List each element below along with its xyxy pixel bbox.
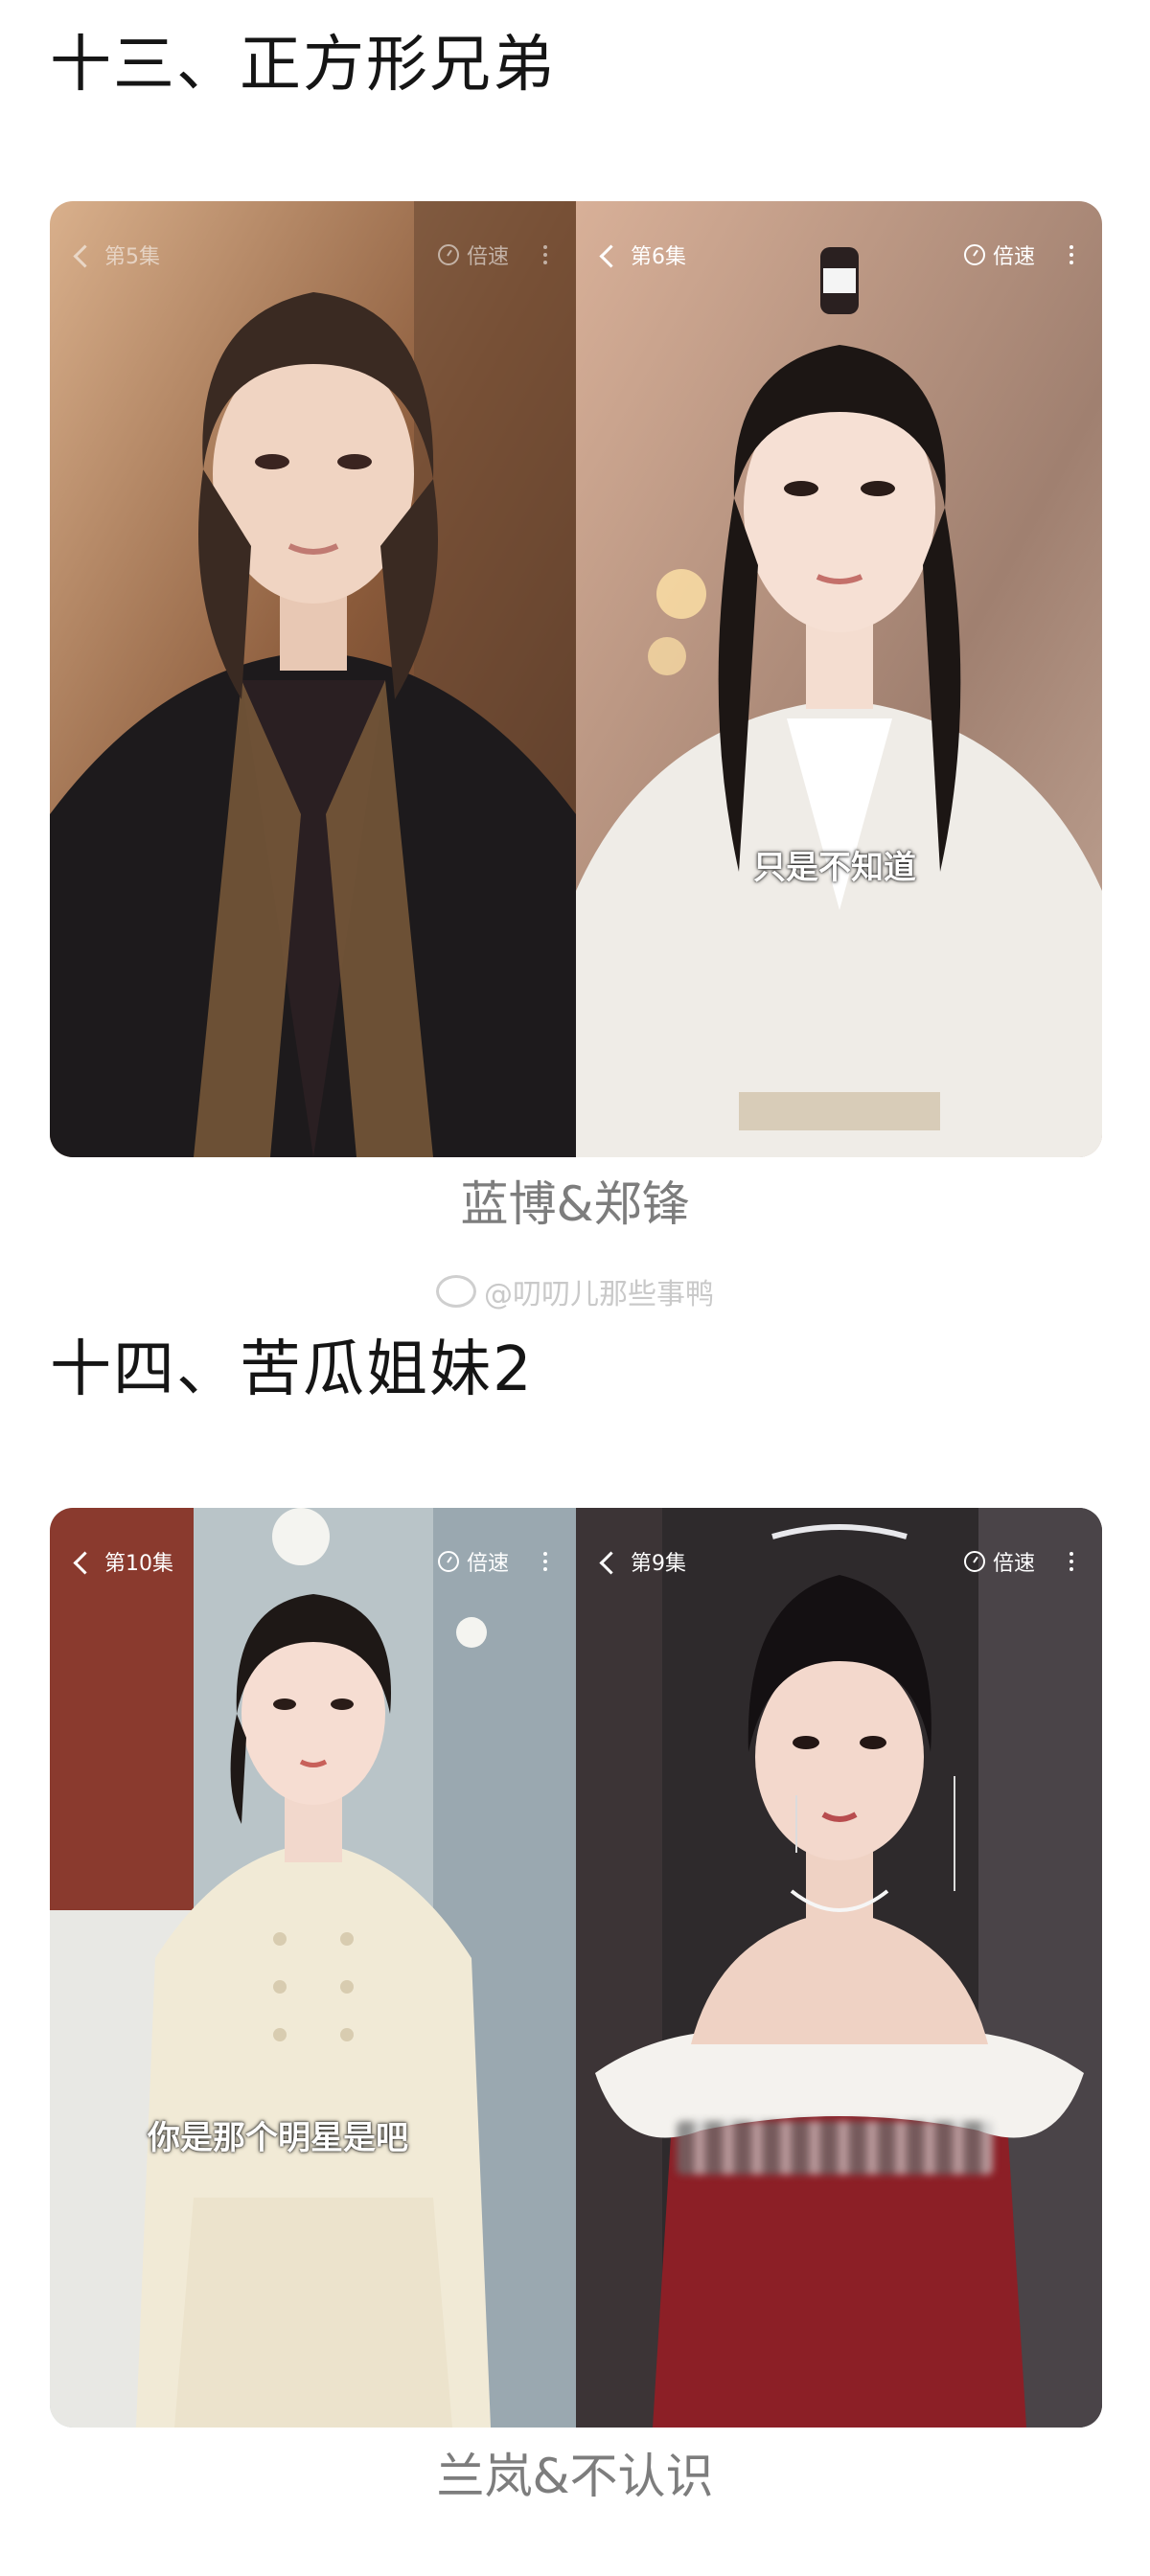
scene-illustration xyxy=(50,201,576,1157)
back-button[interactable]: 第6集 xyxy=(599,239,686,270)
watermark: @叨叨儿那些事鸭 xyxy=(0,1270,1150,1312)
speed-label: 倍速 xyxy=(466,1552,509,1576)
episode-label: 第6集 xyxy=(631,245,686,269)
player-topbar: 第5集 倍速 xyxy=(50,236,576,274)
more-button[interactable] xyxy=(543,245,547,264)
image-caption: 蓝博&郑锋 xyxy=(460,1176,690,1232)
image-collage: 第5集 倍速 第6集 倍速 只是不知道 xyxy=(50,201,1102,1157)
back-button[interactable]: 第5集 xyxy=(73,239,160,270)
speed-icon xyxy=(437,244,459,265)
speed-button[interactable]: 倍速 xyxy=(437,239,509,270)
speed-icon xyxy=(963,1551,985,1572)
speed-label: 倍速 xyxy=(992,1552,1035,1576)
scene-illustration xyxy=(576,201,1102,1157)
more-button[interactable] xyxy=(1070,1552,1073,1571)
episode-label: 第10集 xyxy=(104,1552,173,1576)
section-title: 十三、正方形兄弟 xyxy=(50,30,556,101)
more-button[interactable] xyxy=(543,1552,547,1571)
speed-button[interactable]: 倍速 xyxy=(437,1546,509,1577)
video-frame-right: 第6集 倍速 只是不知道 xyxy=(576,201,1102,1157)
speed-button[interactable]: 倍速 xyxy=(963,239,1035,270)
more-vertical-icon xyxy=(1070,245,1073,249)
video-subtitle: 只是不知道 xyxy=(753,849,916,887)
more-vertical-icon xyxy=(1070,1552,1073,1556)
speed-icon xyxy=(963,244,985,265)
back-button[interactable]: 第10集 xyxy=(73,1546,173,1577)
chevron-left-icon xyxy=(73,1550,97,1575)
more-vertical-icon xyxy=(543,1552,547,1556)
watermark-text: @叨叨儿那些事鸭 xyxy=(484,1278,714,1311)
image-collage: 第10集 倍速 你是那个明星是吧 第9集 倍速 xyxy=(50,1508,1102,2428)
back-button[interactable]: 第9集 xyxy=(599,1546,686,1577)
section-title: 十四、苦瓜姐妹2 xyxy=(50,1334,534,1405)
speed-label: 倍速 xyxy=(466,245,509,269)
chevron-left-icon xyxy=(599,243,623,268)
speed-label: 倍速 xyxy=(992,245,1035,269)
scene-illustration xyxy=(50,1508,576,2428)
more-vertical-icon xyxy=(543,245,547,249)
weibo-icon xyxy=(436,1275,476,1308)
scene-illustration xyxy=(576,1508,1102,2428)
player-topbar: 第6集 倍速 xyxy=(576,236,1102,274)
video-subtitle: 你是那个明星是吧 xyxy=(148,2119,408,2157)
video-frame-left: 第10集 倍速 你是那个明星是吧 xyxy=(50,1508,576,2428)
episode-label: 第5集 xyxy=(104,245,160,269)
chevron-left-icon xyxy=(599,1550,623,1575)
player-topbar: 第10集 倍速 xyxy=(50,1542,576,1581)
image-caption: 兰岚&不认识 xyxy=(436,2449,714,2504)
blurred-subtitle xyxy=(677,2121,993,2175)
episode-label: 第9集 xyxy=(631,1552,686,1576)
video-frame-left: 第5集 倍速 xyxy=(50,201,576,1157)
video-frame-right: 第9集 倍速 xyxy=(576,1508,1102,2428)
speed-button[interactable]: 倍速 xyxy=(963,1546,1035,1577)
speed-icon xyxy=(437,1551,459,1572)
more-button[interactable] xyxy=(1070,245,1073,264)
chevron-left-icon xyxy=(73,243,97,268)
player-topbar: 第9集 倍速 xyxy=(576,1542,1102,1581)
